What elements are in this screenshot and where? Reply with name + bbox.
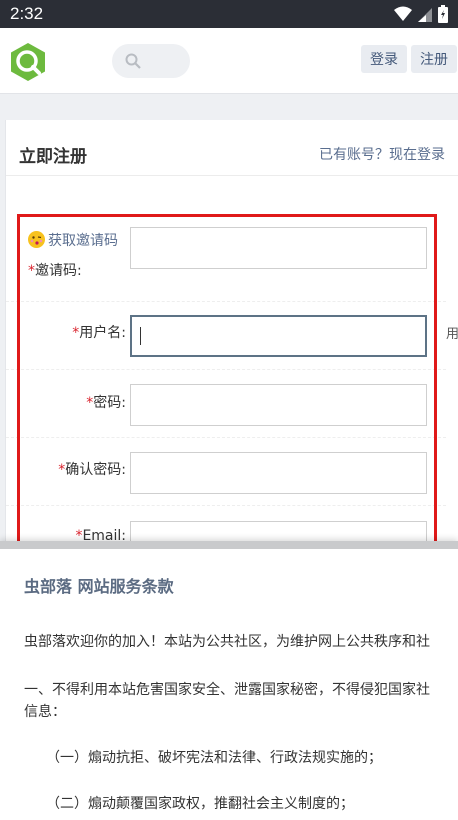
text-caret xyxy=(140,327,141,345)
confirm-label-text: 确认密码: xyxy=(65,462,126,478)
kiss-emoji-icon xyxy=(28,231,45,248)
wifi-icon xyxy=(394,6,412,21)
register-button[interactable]: 注册 xyxy=(411,45,457,73)
search-icon xyxy=(125,53,141,69)
login-button[interactable]: 登录 xyxy=(361,45,407,73)
logo-icon[interactable] xyxy=(8,42,48,82)
navbar: 登录 注册 xyxy=(0,28,458,94)
username-label: *用户名: xyxy=(72,322,126,342)
terms-paragraph: 一、不得利用本站危害国家安全、泄露国家秘密，不得侵犯国家社 xyxy=(24,682,430,698)
terms-clause: （一）煽动抗拒、破坏宪法和法律、行政法规实施的； xyxy=(46,750,382,766)
password-label: *密码: xyxy=(86,392,126,412)
get-invite-code-link[interactable]: 获取邀请码 xyxy=(48,233,118,249)
login-link[interactable]: 已有账号？现在登录 xyxy=(319,144,445,164)
username-input[interactable] xyxy=(130,315,427,357)
username-label-text: 用户名: xyxy=(79,325,126,341)
terms-panel[interactable]: 虫部落 网站服务条款 虫部落欢迎你的加入！本站为公共社区，为维护网上公共秩序和社… xyxy=(0,541,458,820)
confirm-label: *确认密码: xyxy=(58,459,126,479)
password-label-text: 密码: xyxy=(93,395,126,411)
terms-paragraph: 信息： xyxy=(24,704,66,720)
status-time: 2:32 xyxy=(10,4,44,23)
invite-label-group: 获取邀请码 *邀请码: xyxy=(28,226,118,286)
required-mark: * xyxy=(28,263,35,279)
confirm-password-input[interactable] xyxy=(130,452,427,494)
terms-paragraph: 虫部落欢迎你的加入！本站为公共社区，为维护网上公共秩序和社 xyxy=(24,634,430,650)
battery-icon xyxy=(438,5,448,23)
terms-title: 虫部落 网站服务条款 xyxy=(24,577,174,596)
password-input[interactable] xyxy=(130,384,427,426)
search-box[interactable] xyxy=(112,44,190,78)
invite-code-input[interactable] xyxy=(130,227,427,269)
signal-icon xyxy=(418,8,432,22)
terms-clause: （二）煽动颠覆国家政权，推翻社会主义制度的； xyxy=(46,796,354,812)
invite-code-label: 邀请码: xyxy=(35,263,82,279)
username-hint: 用 xyxy=(446,327,458,342)
card-header: 立即注册 已有账号？现在登录 xyxy=(6,120,458,176)
status-bar: 2:32 xyxy=(0,0,458,28)
page-title: 立即注册 xyxy=(19,147,87,167)
status-icons xyxy=(394,5,448,23)
